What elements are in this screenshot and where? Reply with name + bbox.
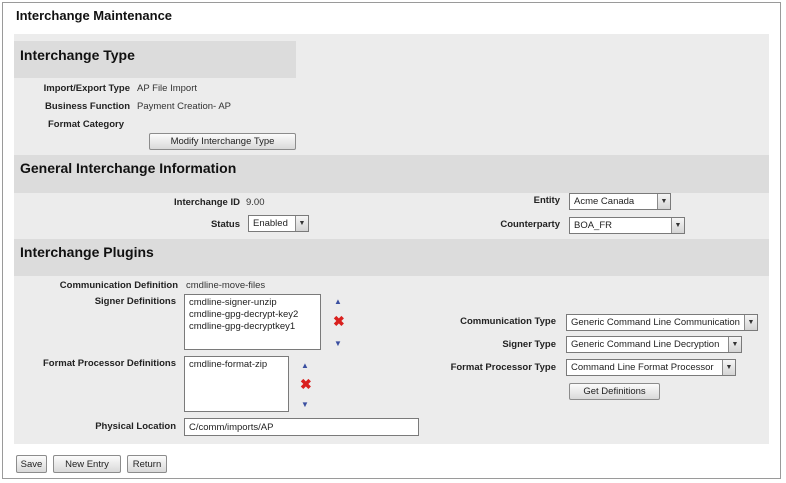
move-down-icon[interactable]: ▼ [301,400,309,409]
counterparty-select[interactable]: BOA_FR ▼ [569,217,685,234]
new-entry-button[interactable]: New Entry [53,455,121,473]
business-function-label: Business Function [45,101,130,112]
communication-type-select[interactable]: Generic Command Line Communication ▼ [566,314,758,331]
remove-icon[interactable]: ✖ [300,376,312,393]
signer-type-label: Signer Type [502,339,556,350]
physical-location-label: Physical Location [95,421,176,432]
format-processor-type-select-value: Command Line Format Processor [571,362,714,373]
interchange-id-value: 9.00 [246,197,265,208]
plugins-heading: Interchange Plugins [20,244,154,260]
general-info-heading: General Interchange Information [20,160,237,176]
move-down-icon[interactable]: ▼ [334,339,342,348]
status-select[interactable]: Enabled ▼ [248,215,309,232]
return-button[interactable]: Return [127,455,167,473]
physical-location-input[interactable]: C/comm/imports/AP [184,418,419,436]
communication-definition-label: Communication Definition [59,280,178,291]
modify-interchange-type-button[interactable]: Modify Interchange Type [149,133,296,150]
save-button[interactable]: Save [16,455,47,473]
signer-type-select-value: Generic Command Line Decryption [571,339,720,350]
remove-icon[interactable]: ✖ [333,313,345,330]
list-item[interactable]: cmdline-signer-unzip [189,297,316,309]
chevron-down-icon: ▼ [671,218,684,233]
import-export-type-label: Import/Export Type [43,83,130,94]
chevron-down-icon: ▼ [722,360,735,375]
counterparty-select-value: BOA_FR [574,220,613,231]
format-processor-type-select[interactable]: Command Line Format Processor ▼ [566,359,736,376]
communication-definition-value: cmdline-move-files [186,280,266,291]
import-export-type-value: AP File Import [137,83,198,94]
chevron-down-icon: ▼ [728,337,741,352]
chevron-down-icon: ▼ [744,315,757,330]
move-up-icon[interactable]: ▲ [334,297,342,306]
interchange-type-heading: Interchange Type [20,47,135,63]
interchange-id-label: Interchange ID [174,197,240,208]
list-item[interactable]: cmdline-gpg-decrypt-key2 [189,309,316,321]
signer-type-select[interactable]: Generic Command Line Decryption ▼ [566,336,742,353]
move-up-icon[interactable]: ▲ [301,361,309,370]
status-label: Status [210,219,240,230]
counterparty-label: Counterparty [500,219,560,230]
format-processor-definitions-list[interactable]: cmdline-format-zip [184,356,289,412]
signer-definitions-label: Signer Definitions [94,296,176,307]
list-item[interactable]: cmdline-gpg-decryptkey1 [189,321,316,333]
communication-type-select-value: Generic Command Line Communication [571,317,740,328]
format-category-label: Format Category [47,119,124,130]
get-definitions-button[interactable]: Get Definitions [569,383,660,400]
entity-select-value: Acme Canada [574,196,635,207]
page-title: Interchange Maintenance [16,8,173,23]
status-select-value: Enabled [253,218,288,229]
chevron-down-icon: ▼ [295,216,308,231]
chevron-down-icon: ▼ [657,194,670,209]
entity-select[interactable]: Acme Canada ▼ [569,193,671,210]
signer-definitions-list[interactable]: cmdline-signer-unzip cmdline-gpg-decrypt… [184,294,321,350]
list-item[interactable]: cmdline-format-zip [189,359,284,371]
format-processor-type-label: Format Processor Type [450,362,556,373]
business-function-value: Payment Creation- AP [137,101,231,112]
entity-label: Entity [533,195,560,206]
format-processor-definitions-label: Format Processor Definitions [42,358,176,369]
communication-type-label: Communication Type [460,316,556,327]
